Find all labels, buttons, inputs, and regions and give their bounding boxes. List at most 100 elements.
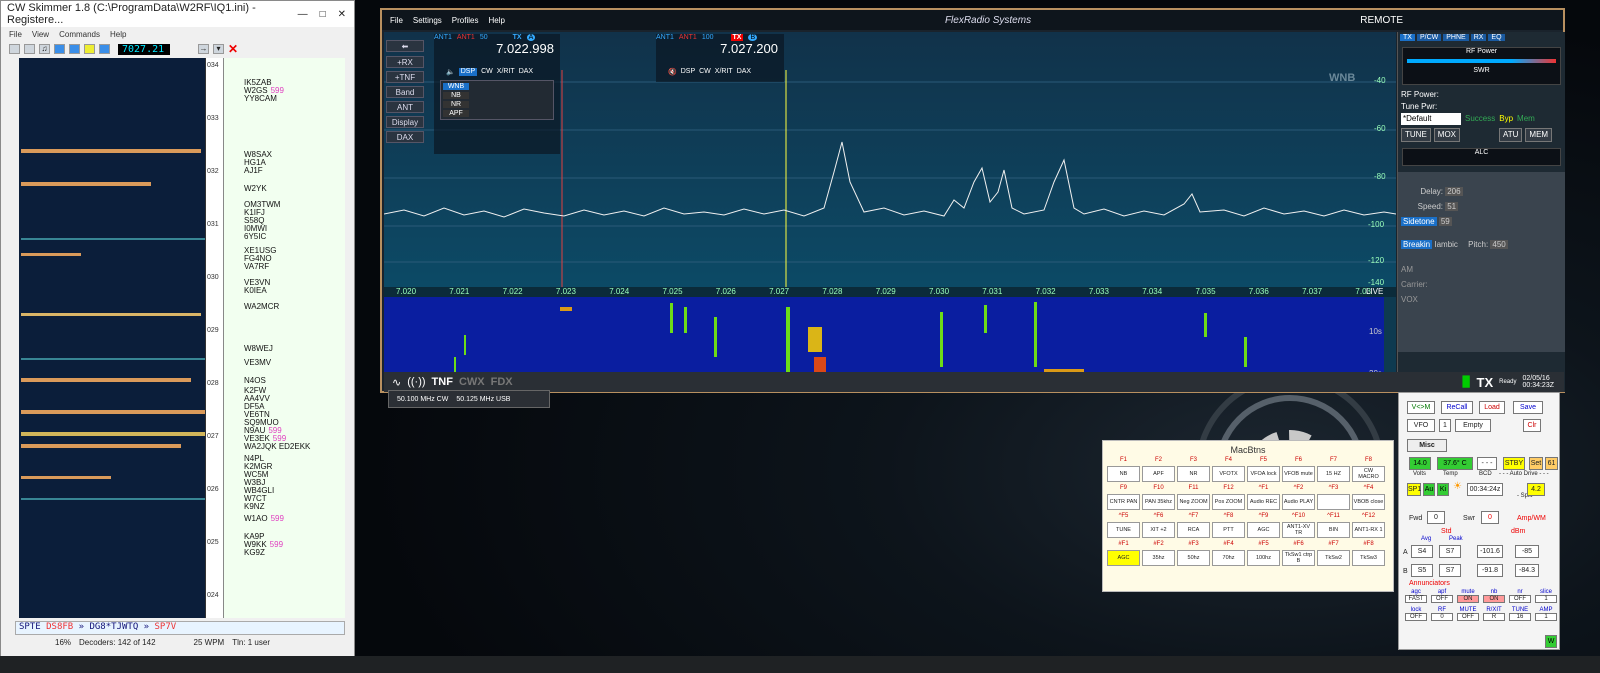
slice-b-panel[interactable]: ANT1 ANT1 100 TX B 7.027.200 🔇 DSP CW X/… — [656, 34, 784, 82]
iambic-button[interactable]: Iambic — [1434, 240, 1458, 249]
callsign[interactable]: N4OS — [244, 376, 266, 385]
slice-b-ant1[interactable]: ANT1 — [656, 34, 674, 41]
sp1-button[interactable]: SP1 — [1407, 483, 1421, 496]
profile-select[interactable]: *Default — [1401, 113, 1461, 125]
display-button[interactable]: Display — [386, 116, 424, 128]
ki-button[interactable]: Ki — [1437, 483, 1449, 496]
callsign-entry[interactable]: W2YK — [244, 184, 267, 193]
tab-pcw[interactable]: P/CW — [1416, 34, 1442, 41]
spectrum-display[interactable]: ⬅ +RX +TNF Band ANT Display DAX ANT1 ANT… — [384, 32, 1396, 287]
nr-toggle[interactable]: NR — [443, 101, 469, 108]
callsign-entry[interactable]: K0IEA — [244, 286, 267, 295]
slice-a-xrit[interactable]: X/RIT — [497, 68, 515, 76]
callsign[interactable]: W2YK — [244, 184, 267, 193]
slice-b-letter[interactable]: B — [748, 34, 758, 41]
macro-button[interactable]: 15 HZ — [1317, 466, 1350, 482]
callsign-entry[interactable]: AJ1F — [244, 166, 263, 175]
slice-a-ant1[interactable]: ANT1 — [434, 34, 452, 41]
fdx-toggle[interactable]: FDX — [491, 376, 513, 388]
callsign[interactable]: K0IEA — [244, 286, 267, 295]
callsign[interactable]: W1AO — [244, 514, 268, 523]
callsign-entry[interactable]: K9NZ — [244, 502, 264, 511]
callsign-entry[interactable]: VA7RF — [244, 262, 269, 271]
tune-button[interactable]: TUNE — [1401, 128, 1431, 142]
macro-button[interactable]: CNTR PAN — [1107, 494, 1140, 510]
mem-button[interactable]: MEM — [1525, 128, 1553, 142]
macro-button[interactable]: 35hz — [1142, 550, 1175, 566]
macro-button[interactable]: VFOB mute — [1282, 466, 1315, 482]
speaker-icon[interactable]: 🔈 — [446, 68, 455, 76]
callsign-entry[interactable]: W1AO 599 — [244, 514, 284, 523]
macro-button[interactable]: TkSw1 ctrp B — [1282, 550, 1315, 566]
dash-icon[interactable] — [84, 44, 95, 54]
decoded-call[interactable]: SP7V — [155, 622, 177, 632]
macro-button[interactable]: Neg ZOOM — [1177, 494, 1210, 510]
macro-button[interactable]: TUNE — [1107, 522, 1140, 538]
slice-b-frequency[interactable]: 7.027.200 — [656, 41, 784, 56]
flex-menu-file[interactable]: File — [390, 16, 403, 25]
tab-misc[interactable]: Misc — [1407, 439, 1447, 452]
slice-a-dsp[interactable]: DSP — [458, 68, 478, 76]
set-button[interactable]: Set — [1529, 457, 1543, 470]
keyboard-icon[interactable] — [9, 44, 20, 54]
macro-button[interactable]: NB — [1107, 466, 1140, 482]
delete-icon[interactable]: ✕ — [228, 42, 238, 56]
callsign[interactable]: 6Y5IC — [244, 232, 266, 241]
sidetone-button[interactable]: Sidetone — [1401, 217, 1437, 226]
slice-a-letter[interactable]: A — [526, 34, 536, 41]
macro-button[interactable]: ANT1-RX 1 — [1352, 522, 1385, 538]
macro-button[interactable]: VFOTX — [1212, 466, 1245, 482]
callsign[interactable]: W8WEJ — [244, 344, 273, 353]
decoded-call[interactable]: DS8FB — [46, 622, 73, 632]
slice-b-filter[interactable]: 100 — [702, 34, 714, 41]
annunciator-value[interactable]: 0 — [1431, 613, 1453, 621]
macro-button[interactable]: XIT +2 — [1142, 522, 1175, 538]
annunciator-value[interactable]: 1 — [1535, 613, 1557, 621]
mute-icon[interactable]: 🔇 — [668, 68, 677, 76]
macro-button[interactable]: PTT — [1212, 522, 1245, 538]
macro-button[interactable]: Pos ZOOM — [1212, 494, 1245, 510]
tab-tx[interactable]: TX — [1400, 34, 1415, 41]
stby-button[interactable]: STBY — [1503, 457, 1525, 470]
slice-a-cw[interactable]: CW — [481, 68, 493, 76]
delay-value[interactable]: 206 — [1445, 187, 1463, 196]
annunciator-value[interactable]: OFF — [1405, 613, 1427, 621]
callsign[interactable]: KG9Z — [244, 548, 265, 557]
callsign-entry[interactable]: VE3MV — [244, 358, 271, 367]
drive-value[interactable]: 4.2 — [1527, 483, 1545, 496]
apf-toggle[interactable]: APF — [443, 110, 469, 117]
tnf-toggle[interactable]: TNF — [432, 376, 453, 388]
macro-button[interactable]: PAN 35khz — [1142, 494, 1175, 510]
skimmer-waterfall[interactable] — [19, 58, 205, 618]
callsign-entry[interactable]: N4OS — [244, 376, 266, 385]
slice-b-xrit[interactable]: X/RIT — [715, 68, 733, 76]
annunciator-value[interactable]: 1 — [1535, 595, 1557, 603]
slice-a-dax[interactable]: DAX — [519, 68, 533, 76]
macro-button[interactable]: BIN — [1317, 522, 1350, 538]
tab-rx[interactable]: RX — [1470, 34, 1487, 41]
close-icon[interactable]: ✕ — [338, 9, 346, 20]
band-button[interactable]: Band — [386, 86, 424, 98]
ant-button[interactable]: ANT — [386, 101, 424, 113]
menu-file[interactable]: File — [9, 30, 22, 39]
maximize-icon[interactable]: □ — [320, 9, 326, 20]
display-icon[interactable] — [24, 44, 35, 54]
annunciator-value[interactable]: FAST — [1405, 595, 1427, 603]
down-icon[interactable] — [54, 44, 65, 54]
recall-button[interactable]: ReCall — [1441, 401, 1473, 414]
macro-button[interactable] — [1317, 494, 1350, 510]
slice-a-filter[interactable]: 50 — [480, 34, 488, 41]
callsign[interactable]: AJ1F — [244, 166, 263, 175]
macro-button[interactable]: 50hz — [1177, 550, 1210, 566]
sidetone-value[interactable]: 59 — [1438, 217, 1452, 226]
slice-a-frequency[interactable]: 7.022.998 — [434, 41, 560, 56]
pause-icon[interactable] — [99, 44, 110, 54]
mem-name[interactable]: Empty — [1455, 419, 1491, 432]
w-button[interactable]: W — [1545, 635, 1557, 648]
menu-help[interactable]: Help — [110, 30, 126, 39]
macro-button[interactable]: CW MACRO — [1352, 466, 1385, 482]
macro-button[interactable]: Audio PLAY — [1282, 494, 1315, 510]
slice-a-ant2[interactable]: ANT1 — [457, 34, 475, 41]
slice-b-tx[interactable]: TX — [730, 34, 744, 41]
minimize-icon[interactable]: — — [298, 9, 308, 20]
